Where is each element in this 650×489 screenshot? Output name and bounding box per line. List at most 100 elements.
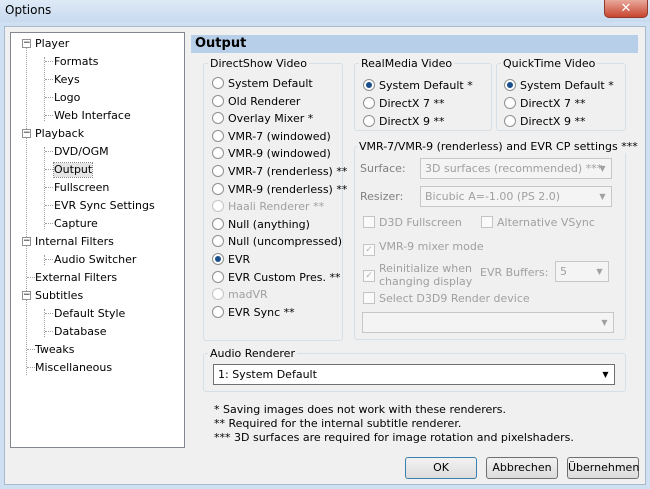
radio-option[interactable]: EVR Custom Pres. ** xyxy=(212,270,340,284)
tree-guide xyxy=(26,45,27,375)
radio-label: VMR-9 (windowed) xyxy=(228,147,331,161)
apply-button[interactable]: Übernehmen xyxy=(567,457,639,479)
tree-item-database[interactable]: Database xyxy=(54,325,107,339)
radio-option[interactable]: EVR xyxy=(212,253,250,266)
radio-option[interactable]: VMR-9 (windowed) xyxy=(212,147,331,160)
d3d9-device-select[interactable]: ▼ xyxy=(362,312,614,333)
radio-option[interactable]: DirectX 7 ** xyxy=(504,97,585,110)
group-label: QuickTime Video xyxy=(501,57,598,70)
tree-guide xyxy=(45,223,53,224)
evr-buffers-select[interactable]: 5 ▼ xyxy=(555,261,609,282)
footnote: *** 3D surfaces are required for image r… xyxy=(214,431,574,444)
collapse-icon[interactable]: − xyxy=(22,129,31,138)
tree-item-player[interactable]: Player xyxy=(35,37,69,51)
tree-guide xyxy=(45,331,53,332)
radio-circle xyxy=(212,94,224,107)
radio-option[interactable]: System Default * xyxy=(504,79,614,92)
radio-label: DirectX 7 ** xyxy=(379,97,445,110)
radio-option[interactable]: DirectX 9 ** xyxy=(504,115,585,128)
tree-item-default-style[interactable]: Default Style xyxy=(54,307,125,321)
tree-item-internal-filters[interactable]: Internal Filters xyxy=(35,235,114,249)
radio-option[interactable]: EVR Sync ** xyxy=(212,305,295,319)
tree-item-evr-sync-settings[interactable]: EVR Sync Settings xyxy=(54,199,155,213)
tree-guide xyxy=(27,367,35,368)
radio-circle xyxy=(212,165,224,177)
radio-label: Null (anything) xyxy=(228,217,310,231)
reinit-label-line1: Reinitialize when xyxy=(379,262,472,275)
resizer-select[interactable]: Bicubic A=-1.00 (PS 2.0) ▼ xyxy=(420,186,612,207)
collapse-icon[interactable]: − xyxy=(22,237,31,246)
checkbox-label: Alternative VSync xyxy=(497,216,595,229)
checkbox-box xyxy=(363,292,375,304)
tree-item-playback[interactable]: Playback xyxy=(35,127,84,141)
radio-label: DirectX 9 ** xyxy=(520,115,586,128)
radio-circle xyxy=(212,129,224,142)
tree-guide xyxy=(27,349,35,350)
resizer-label: Resizer: xyxy=(360,190,404,203)
d3d-fullscreen-checkbox[interactable]: D3D Fullscreen xyxy=(363,216,462,229)
tree-item-dvd-ogm[interactable]: DVD/OGM xyxy=(54,145,109,159)
radio-option[interactable]: System Default xyxy=(212,77,313,90)
radio-circle xyxy=(504,79,516,91)
options-tree[interactable]: − Player Formats Keys Logo Web Interface… xyxy=(10,32,185,448)
collapse-icon[interactable]: − xyxy=(22,39,31,48)
tree-item-output[interactable]: Output xyxy=(52,162,94,178)
tree-guide xyxy=(44,255,45,265)
tree-guide xyxy=(45,97,53,98)
radio-option[interactable]: DirectX 7 ** xyxy=(363,97,444,110)
checkbox-label: Select D3D9 Render device xyxy=(379,292,530,305)
radio-option[interactable]: VMR-7 (windowed) xyxy=(212,129,331,143)
radio-label: DirectX 7 ** xyxy=(520,97,586,110)
audio-renderer-select[interactable]: 1: System Default ▼ xyxy=(213,364,615,385)
radio-option[interactable]: DirectX 9 ** xyxy=(363,115,444,128)
tree-item-logo[interactable]: Logo xyxy=(54,91,80,105)
chevron-down-icon: ▼ xyxy=(602,370,609,379)
radio-option[interactable]: Old Renderer xyxy=(212,94,301,108)
vmr9-mixer-checkbox[interactable]: ✓ VMR-9 mixer mode xyxy=(363,240,484,256)
radio-option[interactable]: Overlay Mixer * xyxy=(212,112,313,125)
tree-guide xyxy=(45,61,53,62)
select-d3d9-device-checkbox[interactable]: Select D3D9 Render device xyxy=(363,292,530,305)
radio-option[interactable]: VMR-9 (renderless) ** xyxy=(212,182,347,196)
radio-option[interactable]: System Default * xyxy=(363,79,473,92)
resizer-value: Bicubic A=-1.00 (PS 2.0) xyxy=(425,190,561,203)
radio-label: Null (uncompressed) xyxy=(228,235,343,249)
tree-item-audio-switcher[interactable]: Audio Switcher xyxy=(54,253,136,267)
tree-item-external-filters[interactable]: External Filters xyxy=(35,271,117,285)
cancel-button[interactable]: Abbrechen xyxy=(486,457,558,479)
radio-label: DirectX 9 ** xyxy=(379,115,445,128)
tree-item-subtitles[interactable]: Subtitles xyxy=(35,289,83,303)
radio-label: System Default xyxy=(228,77,313,90)
reinitialize-checkbox[interactable]: ✓ Reinitialize when changing display xyxy=(363,262,472,288)
alternative-vsync-checkbox[interactable]: Alternative VSync xyxy=(481,216,595,229)
radio-option[interactable]: madVR xyxy=(212,288,268,301)
tree-item-fullscreen[interactable]: Fullscreen xyxy=(54,181,109,195)
surface-select[interactable]: 3D surfaces (recommended) *** ▼ xyxy=(420,158,612,179)
radio-option[interactable]: Null (anything) xyxy=(212,217,310,231)
radio-circle xyxy=(363,79,375,91)
radio-circle xyxy=(212,253,224,265)
check-icon: ✓ xyxy=(363,244,375,256)
tree-guide xyxy=(45,115,53,116)
radio-label: EVR xyxy=(228,253,251,266)
tree-item-tweaks[interactable]: Tweaks xyxy=(35,343,75,357)
collapse-icon[interactable]: − xyxy=(22,291,31,300)
tree-guide xyxy=(45,151,53,152)
group-label: RealMedia Video xyxy=(359,57,455,70)
tree-item-capture[interactable]: Capture xyxy=(54,217,98,231)
ok-button[interactable]: OK xyxy=(405,457,477,479)
tree-item-formats[interactable]: Formats xyxy=(54,55,99,69)
tree-item-web-interface[interactable]: Web Interface xyxy=(54,109,131,123)
radio-option[interactable]: VMR-7 (renderless) ** xyxy=(212,165,347,178)
tree-item-miscellaneous[interactable]: Miscellaneous xyxy=(35,361,112,375)
tree-guide xyxy=(44,57,45,121)
tree-item-keys[interactable]: Keys xyxy=(54,73,80,87)
radio-circle xyxy=(504,97,516,109)
radio-option[interactable]: Haali Renderer ** xyxy=(212,200,324,213)
radio-circle xyxy=(212,112,224,125)
radio-label: Old Renderer xyxy=(228,94,301,108)
radio-option[interactable]: Null (uncompressed) xyxy=(212,235,342,248)
radio-label: madVR xyxy=(228,288,268,302)
tree-guide xyxy=(45,79,53,80)
close-button[interactable]: ✕ xyxy=(604,0,648,18)
